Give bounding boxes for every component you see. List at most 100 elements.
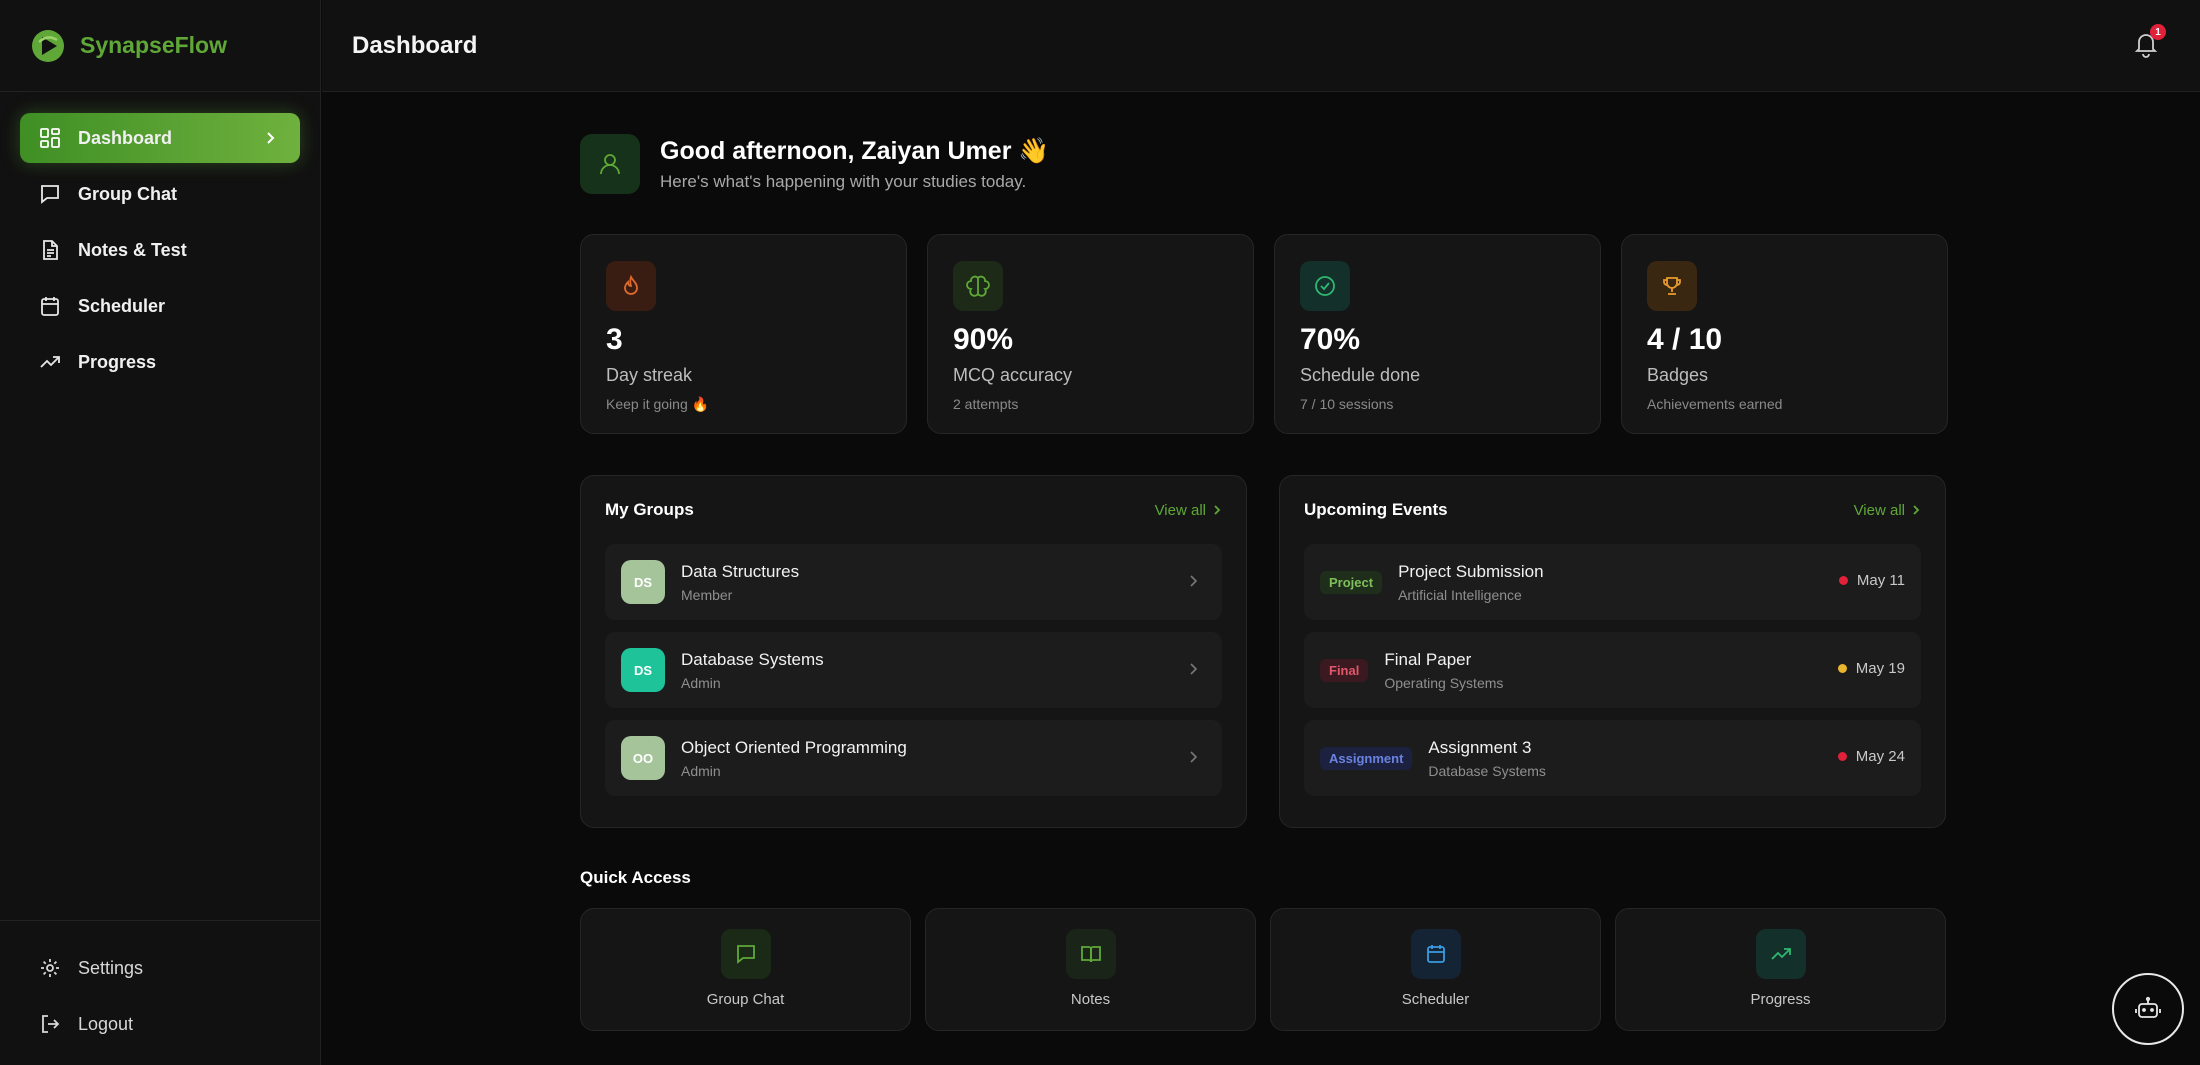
- sidebar-item-group-chat[interactable]: Group Chat: [20, 169, 300, 219]
- event-row[interactable]: Project Project Submission Artificial In…: [1304, 544, 1921, 620]
- robot-icon: [2135, 996, 2161, 1018]
- sidebar-item-progress[interactable]: Progress: [20, 337, 300, 387]
- stat-card-badges: 4 / 10 Badges Achievements earned: [1621, 234, 1948, 434]
- quick-access-scheduler[interactable]: Scheduler: [1270, 908, 1601, 1031]
- group-role: Member: [681, 586, 733, 603]
- quick-access-label: Group Chat: [706, 991, 785, 1008]
- avatar[interactable]: [580, 134, 640, 194]
- sidebar-item-logout[interactable]: Logout: [20, 999, 300, 1049]
- event-subject: Artificial Intelligence: [1398, 586, 1522, 603]
- sidebar-nav: Dashboard Group Chat Notes & Test Schedu…: [0, 92, 320, 387]
- sidebar-item-label: Settings: [78, 957, 144, 978]
- event-title: Project Submission: [1398, 561, 1544, 581]
- stat-card-schedule: 70% Schedule done 7 / 10 sessions: [1274, 234, 1601, 434]
- app-name: SynapseFlow: [80, 32, 227, 58]
- view-all-events-link[interactable]: View all: [1854, 502, 1921, 519]
- event-date-text: May 24: [1855, 748, 1905, 765]
- event-subject: Operating Systems: [1384, 674, 1504, 691]
- sidebar-item-notes-test[interactable]: Notes & Test: [20, 225, 300, 275]
- quick-access-group-chat[interactable]: Group Chat: [580, 908, 911, 1031]
- quick-access-label: Progress: [1750, 991, 1811, 1008]
- sidebar-item-label: Group Chat: [78, 183, 177, 204]
- status-dot: [1838, 576, 1848, 585]
- trend-icon: [38, 350, 62, 374]
- group-name: Data Structures: [681, 561, 800, 581]
- quick-access-label: Scheduler: [1401, 991, 1470, 1008]
- notifications-button[interactable]: 1: [2132, 24, 2166, 58]
- view-all-groups-link[interactable]: View all: [1155, 502, 1222, 519]
- flame-icon: [606, 261, 656, 311]
- stat-label: Schedule done: [1300, 365, 1421, 385]
- gear-icon: [38, 956, 62, 980]
- greeting: Good afternoon, Zaiyan Umer 👋 Here's wha…: [580, 134, 1050, 194]
- quick-access-title: Quick Access: [580, 868, 691, 887]
- quick-access-progress[interactable]: Progress: [1615, 908, 1946, 1031]
- stat-label: Day streak: [606, 365, 693, 385]
- stat-note: 2 attempts: [953, 396, 1019, 412]
- group-name: Database Systems: [681, 649, 824, 669]
- event-tag: Assignment: [1320, 746, 1413, 770]
- event-date: May 19: [1837, 660, 1905, 677]
- check-circle-icon: [1300, 261, 1350, 311]
- group-role: Admin: [681, 674, 721, 691]
- page-title: Dashboard: [352, 31, 478, 59]
- stat-card-streak: 3 Day streak Keep it going 🔥: [580, 234, 907, 434]
- grid-icon: [38, 126, 62, 150]
- panel-title: Upcoming Events: [1304, 500, 1448, 519]
- group-row[interactable]: DS Database Systems Admin: [605, 632, 1222, 708]
- logout-icon: [38, 1012, 62, 1036]
- stat-card-mcq: 90% MCQ accuracy 2 attempts: [927, 234, 1254, 434]
- quick-access-label: Notes: [1070, 991, 1111, 1008]
- calendar-icon: [1410, 929, 1461, 979]
- sidebar-footer: Settings Logout: [0, 920, 320, 1065]
- chevron-right-icon: [1913, 505, 1920, 515]
- quick-access-notes[interactable]: Notes: [925, 908, 1256, 1031]
- sidebar-item-label: Scheduler: [78, 295, 166, 316]
- sidebar-item-dashboard[interactable]: Dashboard: [20, 113, 300, 163]
- event-subject: Database Systems: [1428, 762, 1546, 779]
- chevron-right-icon: [267, 132, 275, 144]
- sidebar-item-settings[interactable]: Settings: [20, 943, 300, 993]
- sidebar-item-scheduler[interactable]: Scheduler: [20, 281, 300, 331]
- event-title: Assignment 3: [1428, 737, 1532, 757]
- group-role: Admin: [681, 762, 721, 779]
- chevron-right-icon: [1190, 575, 1198, 587]
- chatbot-button[interactable]: [2112, 973, 2184, 1045]
- chat-icon: [38, 182, 62, 206]
- sidebar-item-label: Progress: [78, 351, 157, 372]
- stat-value: 90%: [953, 323, 1014, 356]
- upcoming-events-panel: Upcoming Events View all Project Project…: [1279, 475, 1946, 828]
- status-dot: [1837, 664, 1847, 673]
- calendar-icon: [38, 294, 62, 318]
- event-row[interactable]: Assignment Assignment 3 Database Systems…: [1304, 720, 1921, 796]
- view-all-label: View all: [1853, 501, 1905, 519]
- quick-access-row: Group Chat Notes Scheduler Progress: [580, 908, 1946, 1031]
- chevron-right-icon: [1190, 751, 1198, 763]
- trophy-icon: [1647, 261, 1697, 311]
- group-row[interactable]: DS Data Structures Member: [605, 544, 1222, 620]
- group-initials-badge: OO: [621, 736, 665, 780]
- greeting-title: Good afternoon, Zaiyan Umer 👋: [660, 136, 1050, 165]
- chevron-right-icon: [1214, 505, 1221, 515]
- stat-value: 70%: [1300, 323, 1361, 356]
- event-date-text: May 19: [1855, 660, 1905, 677]
- notification-badge: 1: [2150, 24, 2166, 40]
- stat-value: 4 / 10: [1647, 323, 1723, 356]
- book-icon: [1065, 929, 1116, 979]
- event-tag: Project: [1320, 570, 1383, 594]
- group-initials-badge: DS: [621, 648, 665, 692]
- status-dot: [1837, 752, 1847, 761]
- brand[interactable]: SynapseFlow: [0, 0, 320, 92]
- sidebar-item-label: Logout: [78, 1013, 134, 1034]
- stat-note: Achievements earned: [1647, 396, 1783, 412]
- group-row[interactable]: OO Object Oriented Programming Admin: [605, 720, 1222, 796]
- trend-icon: [1755, 929, 1806, 979]
- synapseflow-logo-icon: [32, 29, 64, 62]
- event-title: Final Paper: [1384, 649, 1472, 669]
- sidebar-item-label: Dashboard: [78, 127, 173, 148]
- sidebar-item-label: Notes & Test: [78, 239, 187, 260]
- group-name: Object Oriented Programming: [681, 737, 907, 757]
- stat-value: 3: [606, 323, 623, 356]
- view-all-label: View all: [1154, 501, 1206, 519]
- event-row[interactable]: Final Final Paper Operating Systems May …: [1304, 632, 1921, 708]
